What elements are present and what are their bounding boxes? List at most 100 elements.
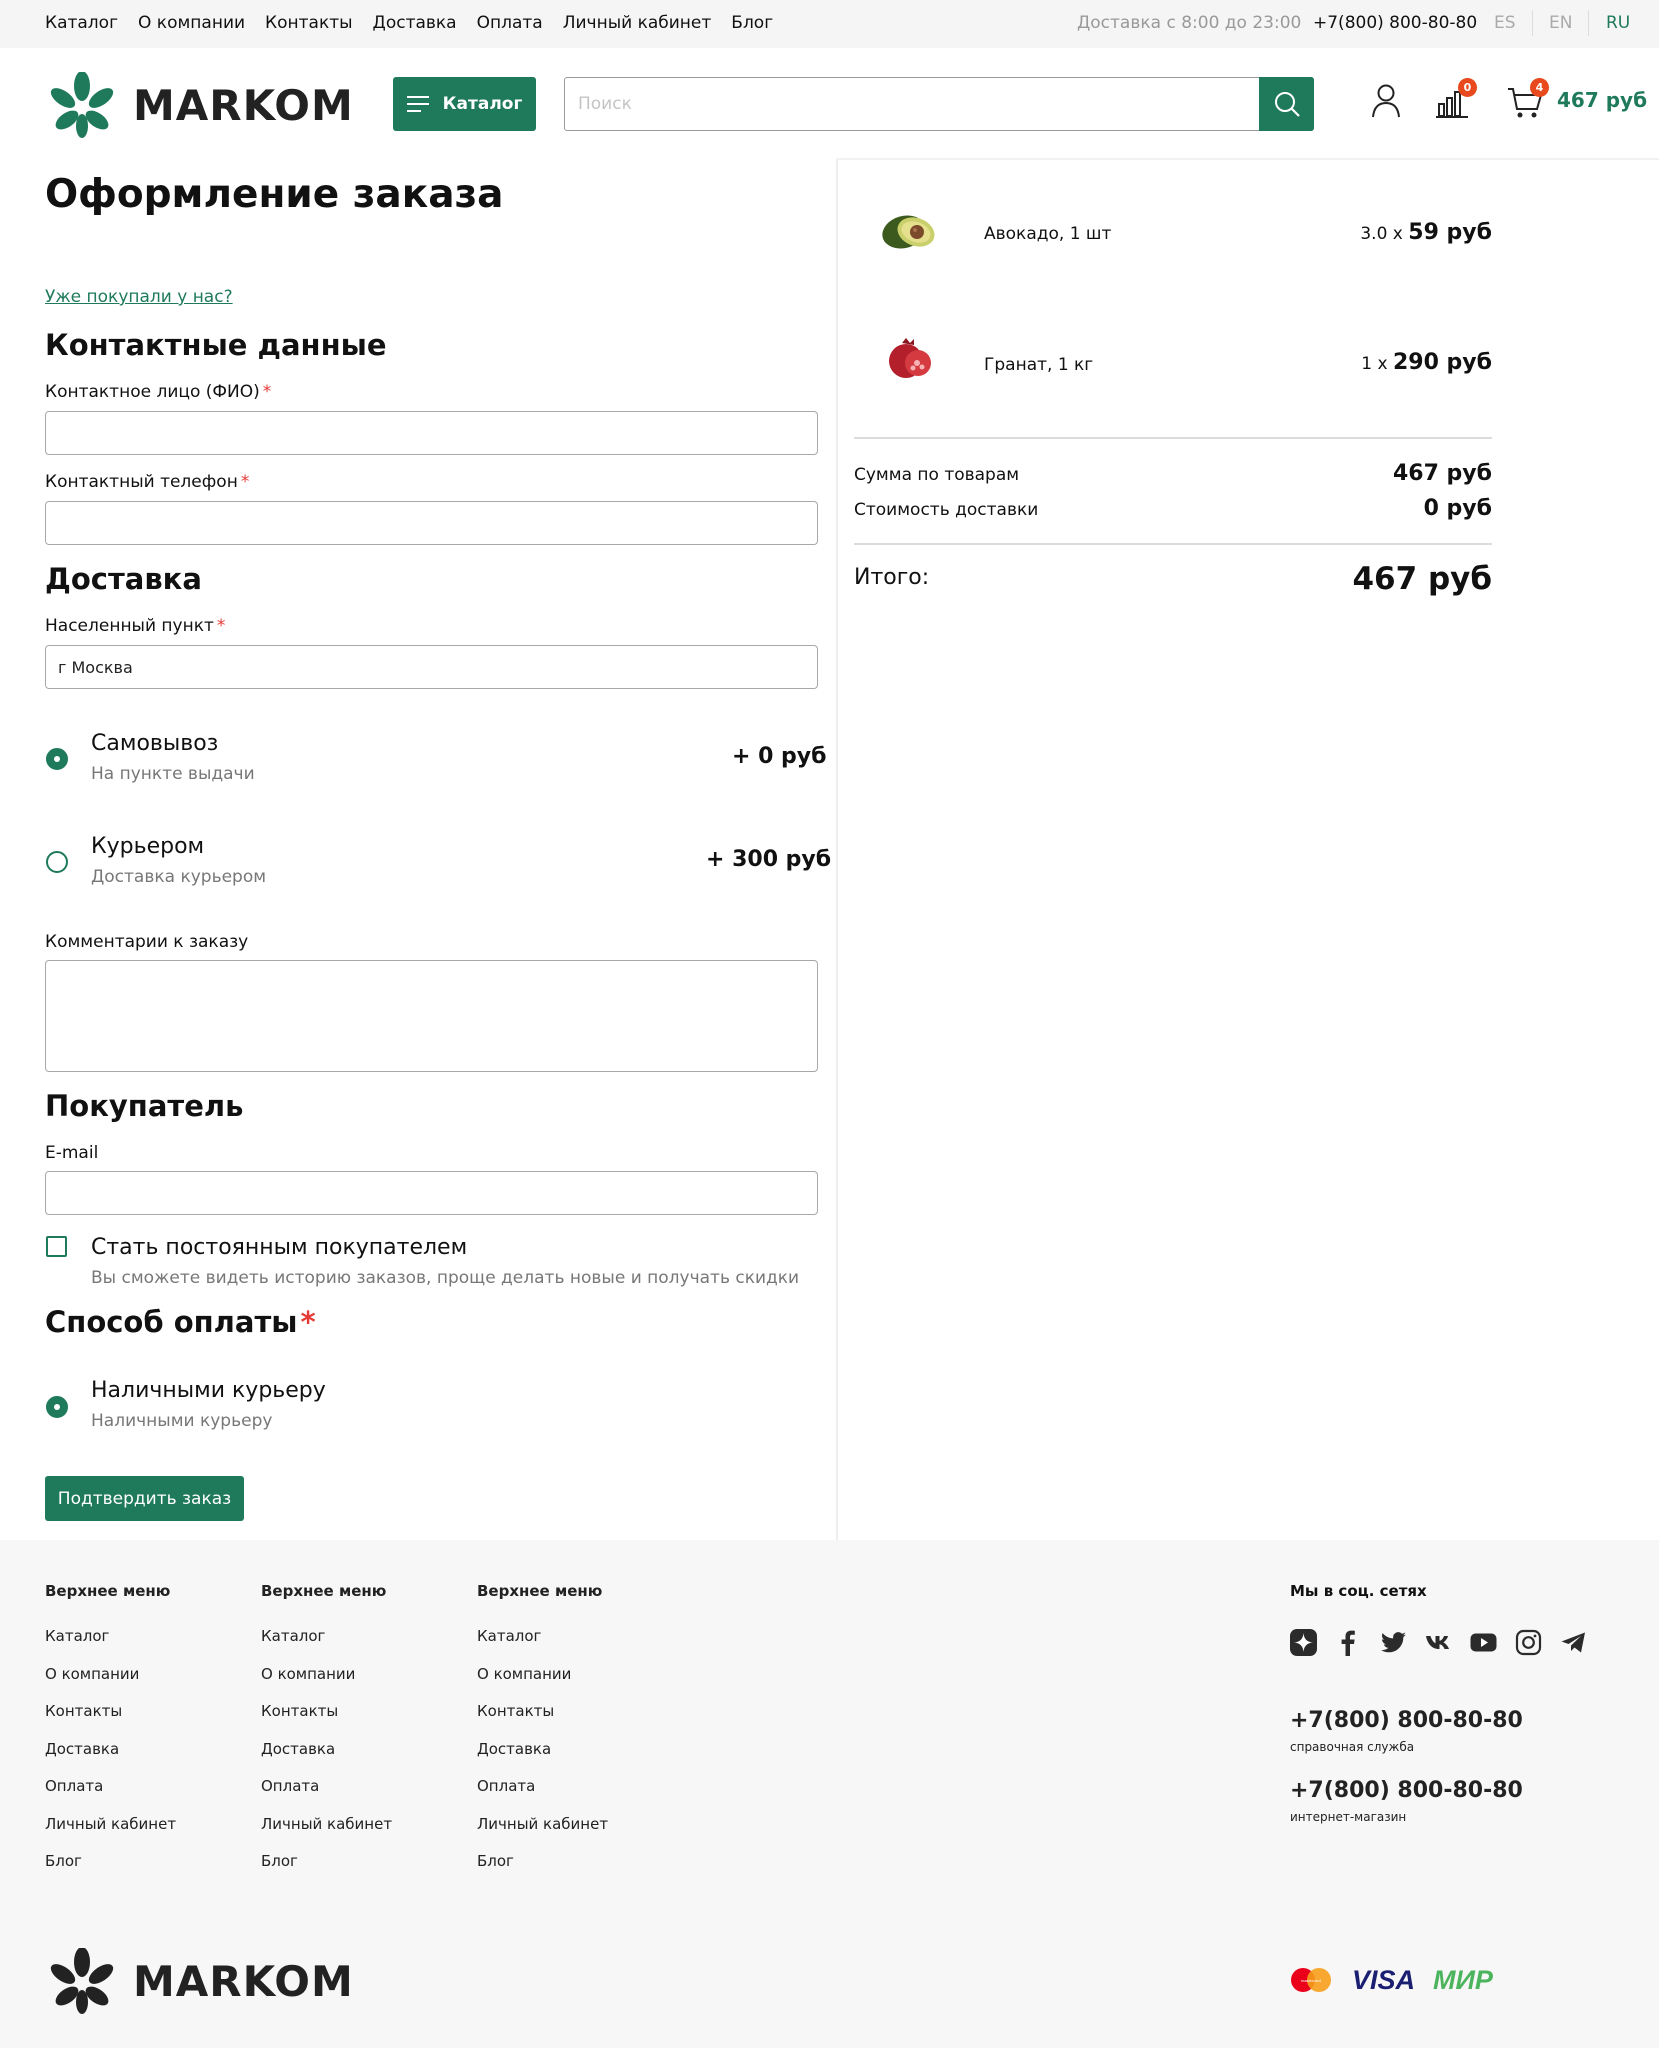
required-mark: * (300, 1305, 316, 1339)
delivery-courier-radio[interactable] (46, 851, 68, 873)
avocado-image[interactable] (880, 204, 938, 257)
footer-menu-item[interactable]: Каталог (477, 1627, 677, 1665)
footer-menu-item[interactable]: Контакты (45, 1702, 245, 1740)
account-button[interactable] (1371, 84, 1401, 123)
compare-button[interactable]: 0 (1436, 78, 1477, 123)
yandex-zen-icon[interactable] (1290, 1629, 1317, 1656)
footer-logo[interactable]: MARKOM (45, 1948, 354, 2014)
cart-total[interactable]: 467 руб (1557, 88, 1647, 112)
top-nav-about[interactable]: О компании (138, 13, 245, 33)
delivery-section-title: Доставка (45, 562, 202, 596)
footer-menu-item[interactable]: Каталог (45, 1627, 245, 1665)
footer-phone-shop[interactable]: +7(800) 800-80-80 (1290, 1778, 1523, 1803)
order-item-qty: 1 x (1361, 354, 1388, 374)
mastercard-logo: mastercard (1289, 1966, 1333, 1999)
header-logo[interactable]: MARKOM (45, 72, 354, 138)
order-item-name[interactable]: Авокадо, 1 шт (984, 224, 1111, 244)
order-item-name[interactable]: Гранат, 1 кг (984, 355, 1093, 375)
search-button[interactable] (1259, 77, 1314, 131)
top-nav-payment[interactable]: Оплата (477, 13, 543, 33)
footer-menu-item[interactable]: Оплата (45, 1777, 245, 1815)
vk-icon[interactable] (1425, 1629, 1452, 1656)
footer-menu-item[interactable]: Доставка (45, 1740, 245, 1778)
delivery-pickup-radio[interactable] (46, 748, 68, 770)
pomegranate-image[interactable] (884, 335, 936, 388)
delivery-pickup-title[interactable]: Самовывоз (91, 731, 218, 756)
goods-sum-label: Сумма по товарам (854, 465, 1020, 485)
footer-menu-item[interactable]: Оплата (477, 1777, 677, 1815)
summary-divider (854, 437, 1492, 439)
top-nav-delivery[interactable]: Доставка (373, 13, 457, 33)
footer-menu-item[interactable]: Личный кабинет (477, 1815, 677, 1853)
delivery-pickup-subtitle: На пункте выдачи (91, 764, 255, 784)
search-icon (1274, 92, 1300, 117)
footer-menu-item[interactable]: Доставка (261, 1740, 461, 1778)
cart-count-badge: 4 (1530, 78, 1549, 97)
payment-cash-radio[interactable] (46, 1396, 68, 1418)
footer-phone-info[interactable]: +7(800) 800-80-80 (1290, 1708, 1523, 1733)
mastercard-logo-text: mastercard (1301, 1978, 1321, 1983)
top-nav-blog[interactable]: Блог (731, 13, 773, 33)
search-box (564, 77, 1314, 131)
footer-menu-item[interactable]: О компании (477, 1665, 677, 1703)
required-mark: * (216, 616, 226, 636)
delivery-pickup-price: + 0 руб (732, 744, 827, 769)
phone-field[interactable] (45, 501, 818, 545)
footer-phone-shop-caption: интернет-магазин (1290, 1810, 1407, 1824)
footer-menu-item[interactable]: Блог (261, 1852, 461, 1890)
footer-menu-item[interactable]: Блог (477, 1852, 677, 1890)
regular-customer-label[interactable]: Стать постоянным покупателем (91, 1235, 467, 1260)
regular-customer-checkbox[interactable] (46, 1236, 67, 1257)
page-title: Оформление заказа (45, 172, 504, 217)
footer-menu-column: Верхнее меню Каталог О компании Контакты… (477, 1582, 677, 1890)
top-phone[interactable]: +7(800) 800-80-80 (1313, 13, 1477, 33)
already-bought-link[interactable]: Уже покупали у нас? (45, 287, 233, 307)
top-nav-catalog[interactable]: Каталог (45, 13, 118, 33)
order-item-amount: 59 руб (1408, 220, 1492, 245)
footer-menu-item[interactable]: Доставка (477, 1740, 677, 1778)
payment-section-title: Способ оплаты * (45, 1305, 316, 1339)
buyer-section-title: Покупатель (45, 1089, 244, 1123)
cart-button[interactable]: 4 (1507, 78, 1549, 125)
footer-menu-item[interactable]: О компании (261, 1665, 461, 1703)
city-label-text: Населенный пункт (45, 616, 214, 636)
delivery-courier-title[interactable]: Курьером (91, 834, 204, 859)
youtube-icon[interactable] (1470, 1629, 1497, 1656)
footer-menu-column: Верхнее меню Каталог О компании Контакты… (261, 1582, 461, 1890)
lang-es[interactable]: ES (1494, 13, 1516, 33)
footer-menu-item[interactable]: Каталог (261, 1627, 461, 1665)
search-input[interactable] (565, 78, 1259, 130)
footer-menu-item[interactable]: Личный кабинет (261, 1815, 461, 1853)
lang-en[interactable]: EN (1549, 13, 1572, 33)
delivery-cost-row: Стоимость доставки 0 руб (854, 496, 1492, 521)
pomegranate-image-art (889, 338, 931, 378)
footer-menu-item[interactable]: Оплата (261, 1777, 461, 1815)
footer-menu-item[interactable]: Личный кабинет (45, 1815, 245, 1853)
twitter-icon[interactable] (1380, 1629, 1407, 1656)
footer-menu-item[interactable]: Контакты (477, 1702, 677, 1740)
name-label-text: Контактное лицо (ФИО) (45, 382, 260, 402)
footer-menu-item[interactable]: О компании (45, 1665, 245, 1703)
telegram-icon[interactable] (1560, 1629, 1587, 1656)
social-title: Мы в соц. сетях (1290, 1582, 1427, 1600)
logo-text: MARKOM (133, 80, 354, 130)
regular-customer-hint: Вы сможете видеть историю заказов, проще… (91, 1268, 800, 1288)
summary-divider (854, 543, 1492, 545)
email-field[interactable] (45, 1171, 818, 1215)
order-item-amount: 290 руб (1392, 350, 1492, 375)
confirm-order-button[interactable]: Подтвердить заказ (45, 1476, 244, 1521)
footer-menu-item[interactable]: Контакты (261, 1702, 461, 1740)
payment-cash-title[interactable]: Наличными курьеру (91, 1378, 326, 1403)
payment-cash-subtitle: Наличными курьеру (91, 1411, 273, 1431)
top-nav-account[interactable]: Личный кабинет (563, 13, 712, 33)
comment-textarea[interactable] (45, 960, 818, 1072)
catalog-button[interactable]: Каталог (393, 77, 536, 131)
footer-menu-item[interactable]: Блог (45, 1852, 245, 1890)
name-field[interactable] (45, 411, 818, 455)
lang-ru[interactable]: RU (1606, 13, 1630, 33)
facebook-icon[interactable] (1335, 1629, 1362, 1656)
top-nav-contacts[interactable]: Контакты (265, 13, 353, 33)
city-field[interactable] (45, 645, 818, 689)
total-label: Итого: (854, 565, 930, 590)
instagram-icon[interactable] (1515, 1629, 1542, 1656)
